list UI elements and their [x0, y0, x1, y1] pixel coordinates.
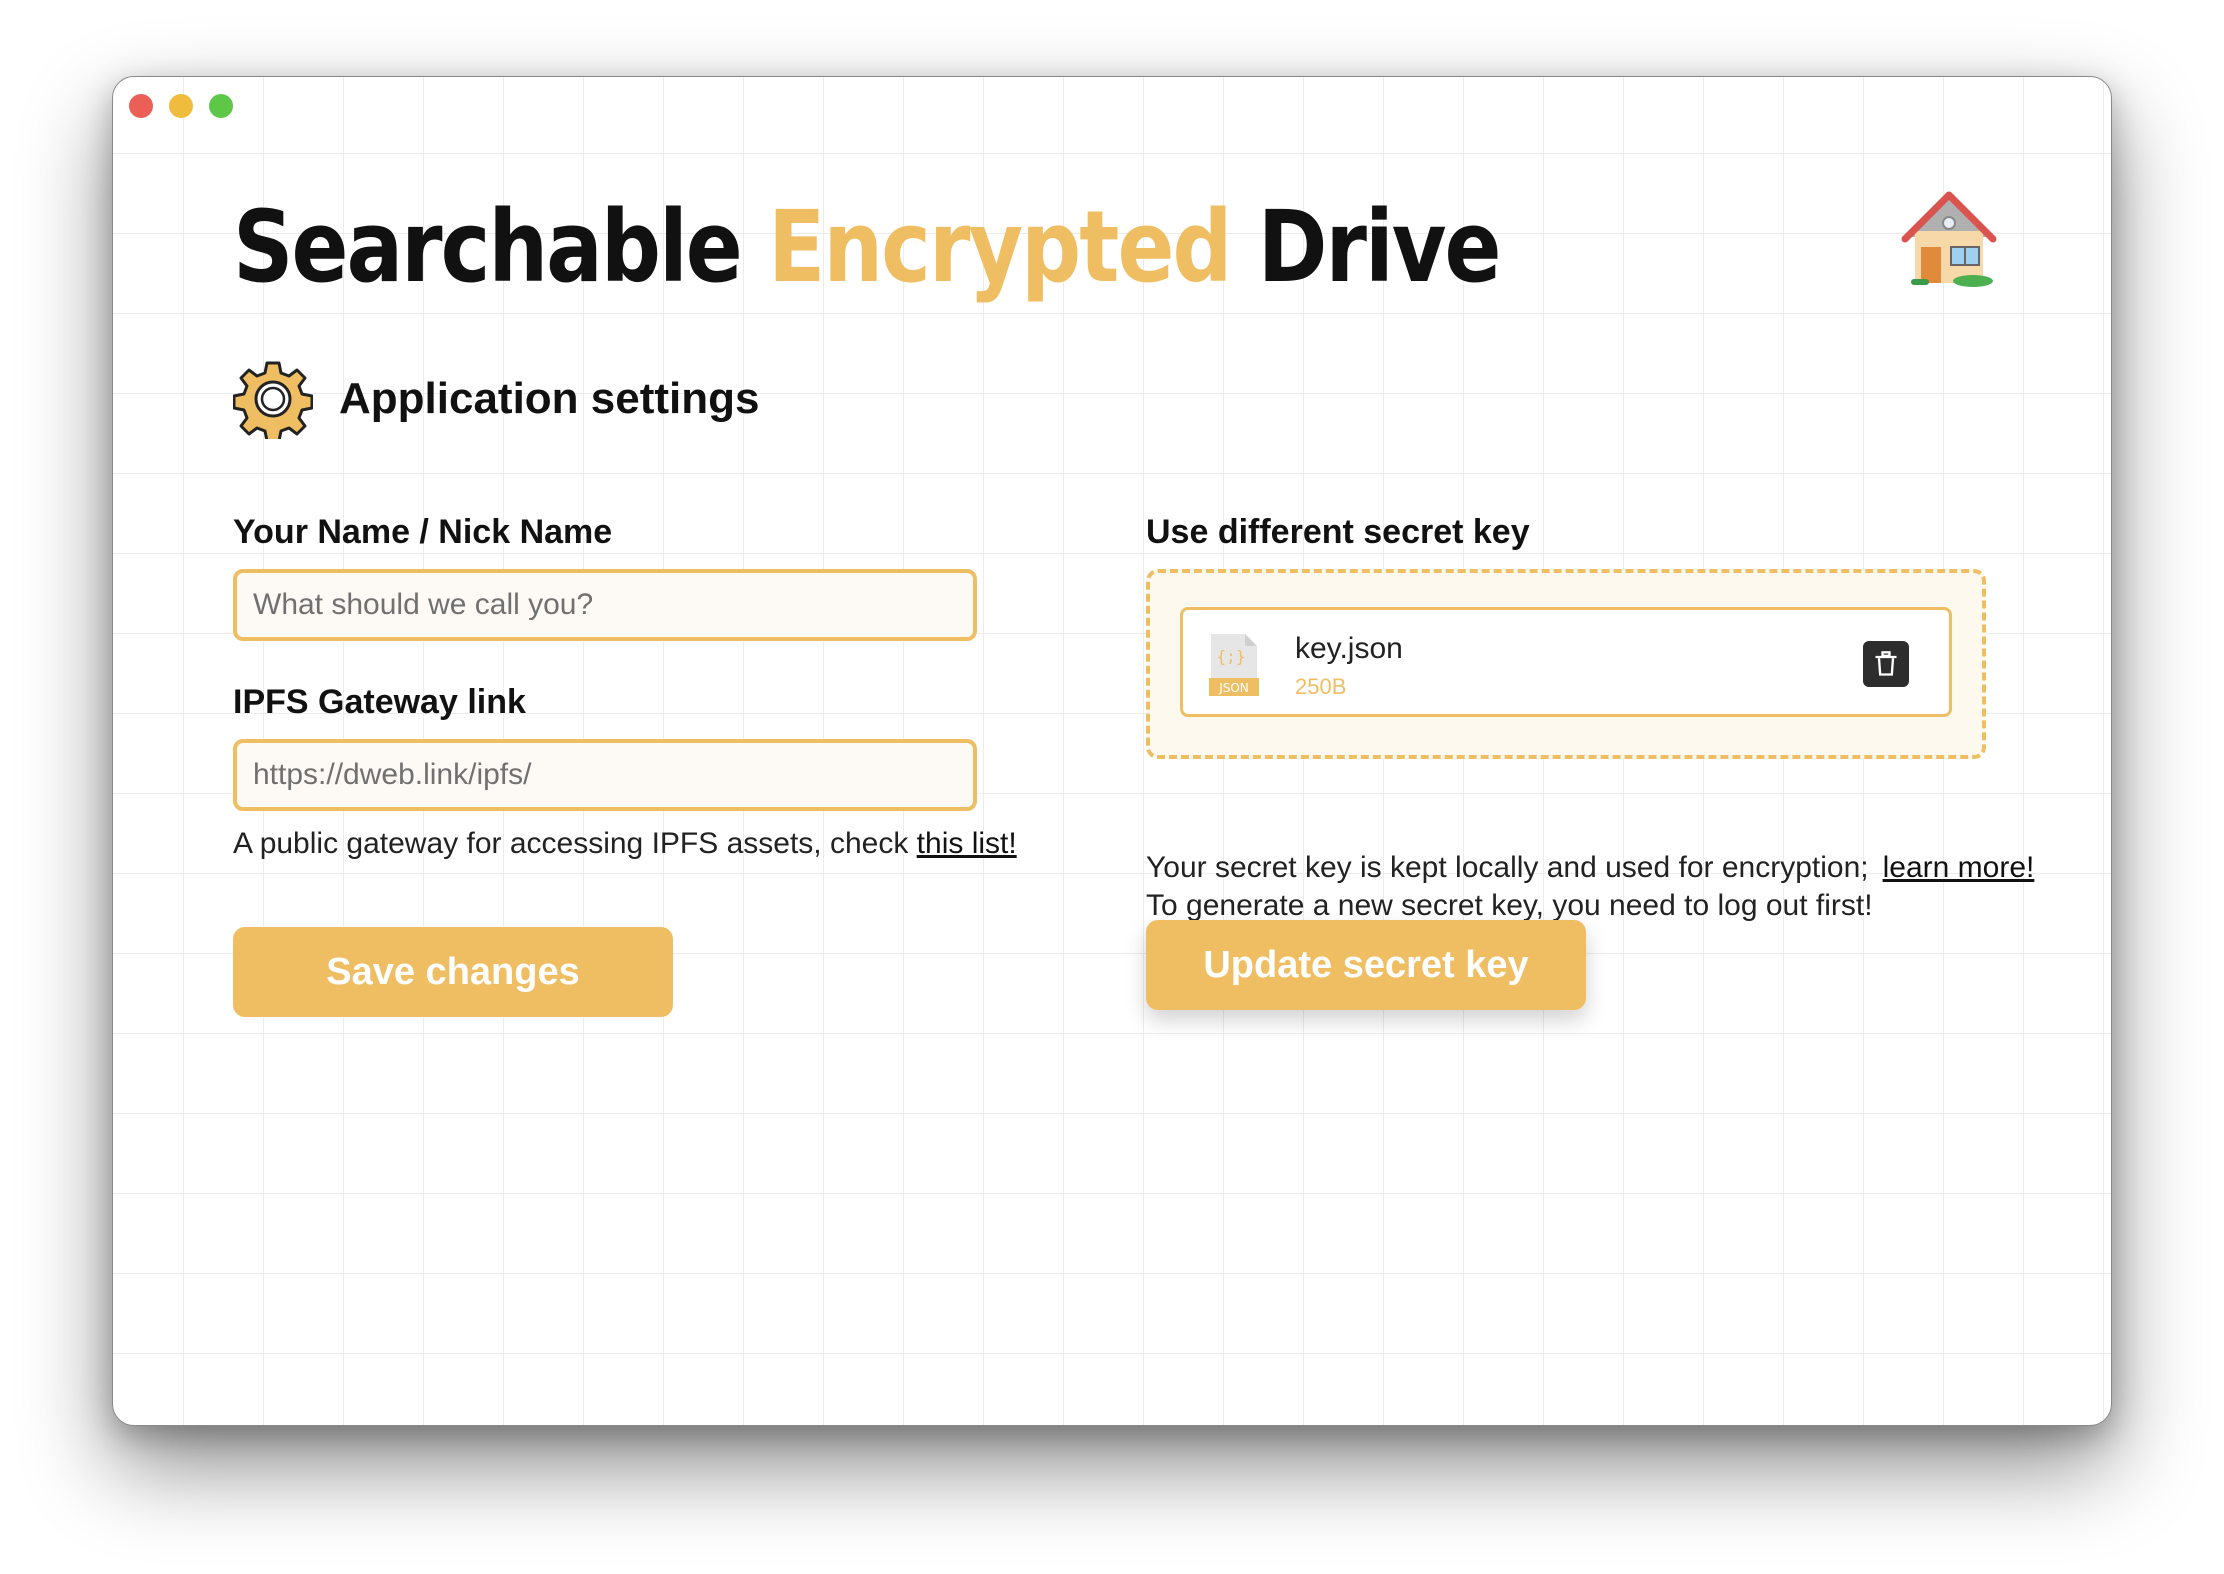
update-secret-key-button[interactable]: Update secret key — [1146, 920, 1586, 1010]
app-title-part1: Searchable — [233, 189, 743, 305]
window-controls — [129, 94, 233, 118]
app-title-accent: Encrypted — [768, 189, 1233, 305]
gear-icon — [232, 359, 314, 443]
key-file-card: {;} JSON key.json 250B — [1180, 607, 1952, 717]
gateway-input[interactable] — [233, 739, 977, 811]
file-size: 250B — [1295, 674, 1347, 699]
key-dropzone[interactable]: {;} JSON key.json 250B — [1146, 569, 1986, 759]
minimize-window-button[interactable] — [169, 94, 193, 118]
secret-key-label: Use different secret key — [1146, 513, 1530, 551]
svg-text:{;}: {;} — [1217, 647, 1246, 666]
section-title: Application settings — [339, 374, 760, 423]
secret-key-info-text: Your secret key is kept locally and used… — [1146, 851, 1869, 884]
close-window-button[interactable] — [129, 94, 153, 118]
gateway-label: IPFS Gateway link — [233, 683, 526, 721]
file-name: key.json — [1295, 632, 1403, 665]
gateway-help: A public gateway for accessing IPFS asse… — [233, 827, 1017, 861]
json-badge-text: JSON — [1218, 681, 1249, 695]
app-window: Searchable Encrypted Drive Application s… — [112, 76, 2112, 1426]
gateway-list-link[interactable]: this list! — [917, 827, 1017, 860]
save-changes-button[interactable]: Save changes — [233, 927, 673, 1017]
name-input[interactable] — [233, 569, 977, 641]
house-icon[interactable] — [1901, 185, 1997, 289]
secret-key-info: Your secret key is kept locally and used… — [1146, 851, 2034, 885]
trash-icon[interactable] — [1863, 641, 1909, 687]
app-title: Searchable Encrypted Drive — [233, 189, 1502, 305]
maximize-window-button[interactable] — [209, 94, 233, 118]
app-title-part2: Drive — [1257, 189, 1502, 305]
gateway-help-text: A public gateway for accessing IPFS asse… — [233, 827, 909, 860]
json-file-icon: {;} JSON — [1207, 632, 1261, 698]
secret-key-logout-note: To generate a new secret key, you need t… — [1146, 889, 1873, 922]
name-label: Your Name / Nick Name — [233, 513, 613, 551]
settings-header: Application settings — [232, 359, 760, 443]
learn-more-link[interactable]: learn more! — [1883, 851, 2035, 884]
